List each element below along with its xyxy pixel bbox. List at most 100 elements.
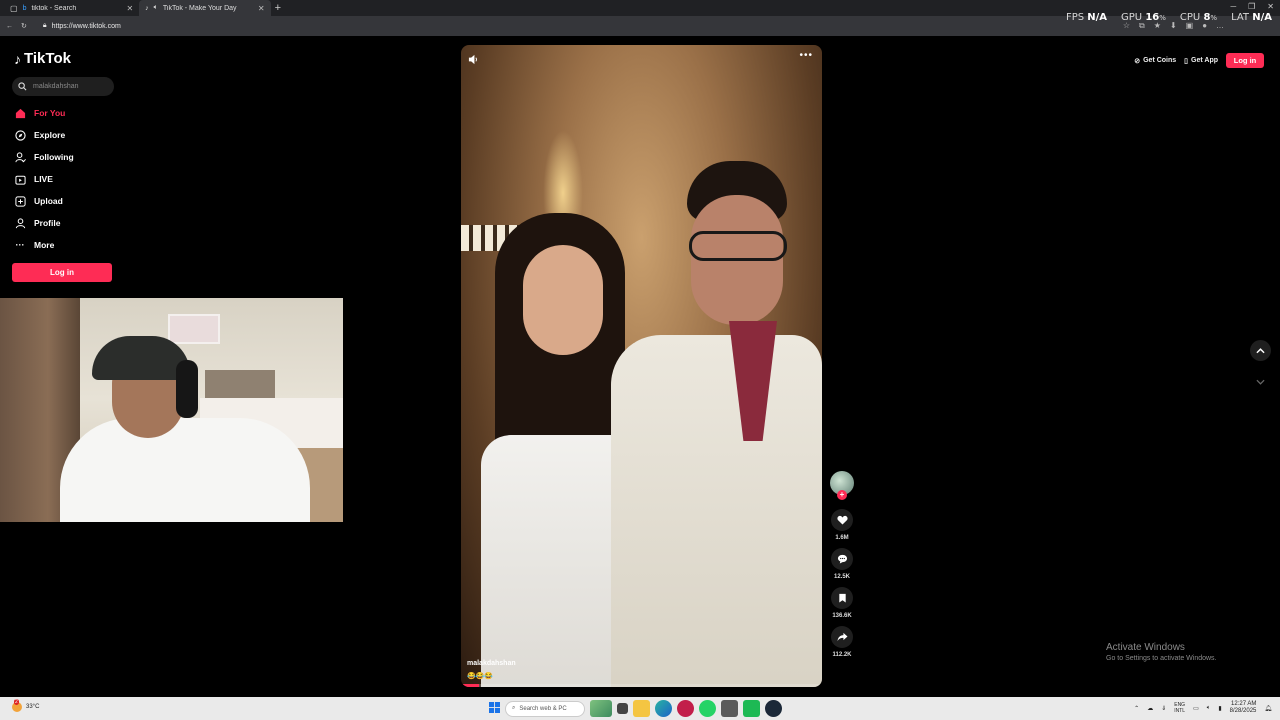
sidebar-login-button[interactable]: Log in — [12, 263, 112, 282]
steam-icon[interactable] — [765, 700, 782, 717]
share-button[interactable] — [831, 626, 853, 648]
comment-count: 12.5K — [833, 574, 850, 580]
sidebar-nav: For You Explore Following LIVE Upload Pr… — [14, 102, 74, 256]
like-button[interactable] — [831, 509, 853, 531]
share-count: 112.2K — [832, 652, 852, 658]
search-placeholder: malakdahshan — [33, 83, 79, 90]
weather-widget[interactable]: 2 33°C — [12, 699, 39, 712]
get-coins-button[interactable]: ⊘ Get Coins — [1134, 57, 1176, 65]
close-tab-icon[interactable]: ✕ — [258, 4, 265, 13]
volume-tray-icon[interactable]: 🔈︎ — [1207, 705, 1211, 712]
comment-button[interactable] — [831, 548, 853, 570]
bed-headboard — [205, 370, 275, 400]
taskbar-search[interactable]: ⌕ Search web & PC — [505, 700, 585, 717]
tab-search[interactable]: ▢ b tiktok - Search ✕ — [4, 0, 139, 16]
compass-icon — [14, 129, 26, 141]
sidebar-item-label: Profile — [34, 218, 61, 228]
weather-icon: 2 — [12, 699, 22, 712]
home-icon — [14, 108, 26, 119]
tiktok-favicon-icon: ♪ — [145, 4, 149, 12]
minimize-icon[interactable]: ─ — [1230, 2, 1236, 11]
taskbar-apps: ⌕ Search web & PC — [489, 700, 782, 717]
clock-time: 12:27 AM — [1231, 701, 1257, 707]
headset — [176, 360, 198, 418]
widgets-icon[interactable] — [590, 700, 612, 717]
more-options-icon[interactable]: ••• — [799, 50, 813, 61]
notifications-icon[interactable]: 🔔︎ — [1264, 705, 1272, 712]
cloud-icon[interactable]: ☁ — [1147, 705, 1153, 712]
get-app-button[interactable]: ▯ Get App — [1184, 57, 1218, 65]
calculator-icon[interactable] — [721, 700, 738, 717]
close-tab-icon[interactable]: ✕ — [126, 4, 133, 13]
save-button[interactable] — [831, 587, 853, 609]
opera-gx-icon[interactable] — [677, 700, 694, 717]
url-field[interactable]: 🔒︎ https://www.tiktok.com — [35, 19, 1115, 33]
video-username[interactable]: malakdahshan — [467, 660, 516, 667]
search-input[interactable]: malakdahshan — [12, 77, 114, 96]
header-actions: ⊘ Get Coins ▯ Get App Log in — [1134, 53, 1264, 68]
clock[interactable]: 12:27 AM 8/28/2025 — [1230, 701, 1257, 715]
usb-icon[interactable]: ⇓ — [1161, 705, 1166, 712]
profile-icon — [14, 217, 26, 229]
sidebar-item-explore[interactable]: Explore — [14, 124, 74, 146]
sidebar-item-profile[interactable]: Profile — [14, 212, 74, 234]
creator-avatar[interactable]: + — [830, 471, 854, 500]
sidebar-toggle-icon[interactable]: ▢ — [10, 4, 18, 13]
live-icon — [14, 174, 26, 185]
tiktok-logo[interactable]: ♪ TikTok — [14, 50, 71, 67]
bing-icon: b — [22, 4, 27, 12]
language-indicator[interactable]: ENG INTL — [1174, 702, 1185, 714]
more-icon: ··· — [15, 240, 25, 250]
save-action[interactable]: 136.6K — [831, 587, 853, 619]
sidebar-item-label: LIVE — [34, 174, 53, 184]
next-video-button[interactable] — [1250, 371, 1271, 392]
person-shirt — [60, 418, 310, 522]
refresh-icon[interactable]: ↻ — [21, 22, 27, 30]
audio-icon[interactable]: 🔈︎ — [154, 4, 158, 12]
sidebar-item-following[interactable]: Following — [14, 146, 74, 168]
taskbar-search-placeholder: Search web & PC — [519, 705, 567, 712]
like-action[interactable]: 1.6M — [831, 509, 853, 541]
latency-stat: LAT N/A — [1231, 12, 1272, 23]
new-tab-button[interactable]: + — [275, 2, 281, 14]
video-actions: + 1.6M 12.5K 136.6K 112.2K — [829, 471, 855, 665]
tab-tiktok[interactable]: ♪ 🔈︎ TikTok - Make Your Day ✕ — [139, 0, 271, 16]
get-coins-label: Get Coins — [1143, 57, 1177, 64]
close-window-icon[interactable]: ✕ — [1267, 2, 1274, 11]
sidebar-item-upload[interactable]: Upload — [14, 190, 74, 212]
header-login-button[interactable]: Log in — [1226, 53, 1264, 68]
performance-overlay: FPS N/A GPU 16% CPU 8% LAT N/A — [1066, 12, 1272, 23]
whatsapp-icon[interactable] — [699, 700, 716, 717]
sidebar-item-label: Explore — [34, 130, 66, 140]
comment-action[interactable]: 12.5K — [831, 548, 853, 580]
logo-text: TikTok — [24, 50, 71, 67]
video-progress-bar[interactable] — [461, 684, 822, 687]
sidebar-item-live[interactable]: LIVE — [14, 168, 74, 190]
save-count: 136.6K — [832, 613, 852, 619]
webcam-overlay — [0, 298, 343, 522]
file-explorer-icon[interactable] — [633, 700, 650, 717]
share-action[interactable]: 112.2K — [831, 626, 853, 658]
sidebar-item-for-you[interactable]: For You — [14, 102, 74, 124]
lock-icon: 🔒︎ — [42, 22, 47, 29]
follow-plus-icon[interactable]: + — [837, 490, 847, 500]
heart-icon — [836, 515, 848, 525]
sidebar-item-label: Upload — [34, 196, 63, 206]
battery-icon[interactable]: ▮ — [1218, 705, 1221, 712]
sidebar-item-label: Following — [34, 152, 74, 162]
volume-icon[interactable] — [468, 52, 479, 70]
video-player[interactable]: ••• malakdahshan 😂😂😂 — [461, 45, 822, 687]
sidebar-item-more[interactable]: ··· More — [14, 234, 74, 256]
maximize-icon[interactable]: ❐ — [1248, 2, 1255, 11]
keyboard-layout: INTL — [1174, 708, 1186, 714]
back-icon[interactable]: ← — [6, 23, 13, 30]
tray-chevron-icon[interactable]: ⌃ — [1134, 705, 1139, 712]
windows-start-icon[interactable] — [489, 702, 500, 715]
previous-video-button[interactable] — [1250, 340, 1271, 361]
edge-icon[interactable] — [655, 700, 672, 717]
network-icon[interactable]: ▭ — [1193, 705, 1199, 712]
wall-art — [168, 314, 220, 344]
notification-badge: 2 — [14, 699, 19, 705]
task-view-icon[interactable] — [617, 703, 628, 714]
game-launcher-icon[interactable] — [743, 700, 760, 717]
